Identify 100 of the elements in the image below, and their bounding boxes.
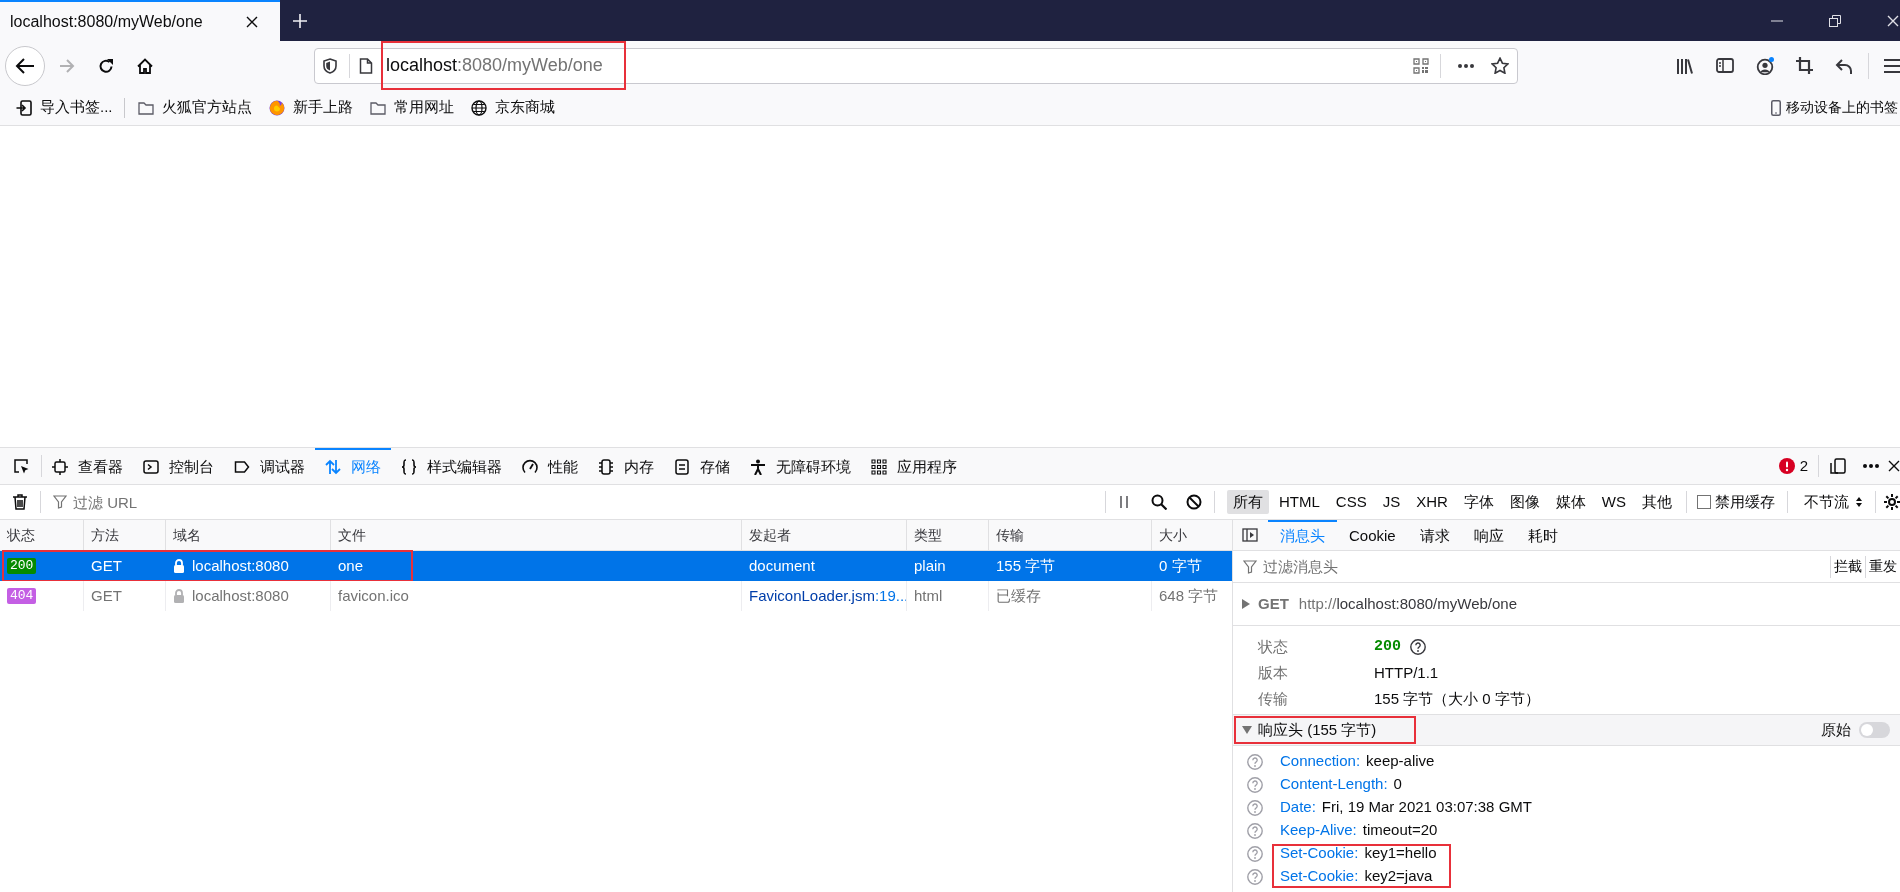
table-cell-text: 155 字节 (996, 555, 1056, 576)
devtools-tab[interactable]: 样式编辑器 (391, 448, 512, 484)
checkbox-label[interactable]: 禁用缓存 (1715, 490, 1775, 514)
undo-arrow-icon[interactable] (1835, 57, 1852, 74)
braces-icon (401, 459, 417, 475)
devtools-tab[interactable]: 应用程序 (861, 448, 967, 484)
browser-tab[interactable]: localhost:8080/myWeb/one (0, 0, 280, 41)
triangle-right-icon[interactable] (1242, 599, 1250, 609)
header-value: 0 (1393, 774, 1402, 795)
table-cell-text: document (749, 555, 815, 576)
reload-icon[interactable] (98, 57, 114, 74)
devtools-tab[interactable]: 无障碍环境 (740, 448, 861, 484)
help-icon[interactable] (1410, 639, 1426, 655)
minimize-icon[interactable] (1771, 19, 1783, 22)
column-header[interactable]: 状态 (0, 520, 83, 550)
header-value: keep-alive (1366, 751, 1435, 772)
type-filter-button[interactable]: HTML (1272, 490, 1326, 514)
qr-code-icon[interactable] (1413, 57, 1429, 74)
devtools-tab[interactable]: 查看器 (42, 448, 133, 484)
flame-logo-icon (268, 99, 285, 116)
column-header[interactable]: 文件 (330, 520, 741, 550)
toggle-switch[interactable] (1859, 722, 1890, 738)
bookmark-item[interactable]: 常用网址 (369, 96, 454, 119)
person-icon (750, 459, 766, 475)
bookmark-item[interactable]: 导入书签... (16, 96, 113, 119)
table-cell-text: one (338, 555, 364, 576)
devtools-tab[interactable]: 存储 (664, 448, 740, 484)
devtools-tab[interactable]: 内存 (588, 448, 664, 484)
crop-icon[interactable] (1796, 57, 1813, 74)
pause-icon[interactable] (1118, 495, 1129, 509)
table-cell-text: 648 字节 (1159, 585, 1219, 606)
devtools-tab[interactable]: 调试器 (224, 448, 315, 484)
status-badge: 200 (7, 558, 37, 574)
type-filter-button[interactable]: 其他 (1636, 490, 1678, 514)
bookmark-item[interactable]: 火狐官方站点 (137, 96, 252, 119)
action-button[interactable]: 重发 (1866, 556, 1900, 577)
bookmark-item[interactable]: 新手上路 (268, 96, 353, 119)
triangle-down-icon[interactable] (1242, 726, 1252, 734)
search-icon[interactable] (1150, 494, 1167, 510)
checkbox[interactable] (1697, 495, 1711, 509)
details-tab[interactable]: Cookie (1337, 520, 1408, 550)
folder-icon (369, 99, 386, 116)
tag-icon (234, 459, 250, 475)
type-filter-button[interactable]: JS (1376, 490, 1407, 514)
column-header[interactable]: 传输 (988, 520, 1151, 550)
settings-icon[interactable] (1884, 494, 1900, 510)
column-header[interactable]: 发起者 (741, 520, 906, 550)
type-filter-button[interactable]: 字体 (1457, 490, 1500, 514)
details-tab[interactable]: 请求 (1407, 520, 1462, 550)
column-header[interactable]: 类型 (906, 520, 988, 550)
table-cell-text: GET (91, 585, 122, 606)
shield-icon[interactable] (322, 57, 338, 74)
home-icon[interactable] (137, 57, 153, 74)
details-tab[interactable]: 响应 (1461, 520, 1516, 550)
dock-icon[interactable] (1830, 458, 1846, 474)
type-filter-button[interactable]: 媒体 (1549, 490, 1592, 514)
section-title[interactable]: 响应头 (155 字节) (1258, 718, 1377, 742)
close-icon[interactable] (1888, 460, 1900, 472)
panel-toggle-icon[interactable] (1242, 527, 1258, 543)
action-button[interactable]: 拦截 (1831, 556, 1865, 577)
account-icon[interactable] (1756, 56, 1774, 75)
devtools-tab[interactable]: 控制台 (133, 448, 224, 484)
request-url[interactable]: http://localhost:8080/myWeb/one (1298, 592, 1518, 616)
square-chip-icon (52, 459, 68, 475)
bookmark-item[interactable]: 京东商城 (470, 96, 555, 119)
restore-icon[interactable] (1829, 14, 1841, 27)
menu-icon[interactable] (1884, 57, 1900, 74)
type-filter-button[interactable]: 所有 (1226, 490, 1269, 514)
type-filter-button[interactable]: CSS (1329, 490, 1373, 514)
error-icon[interactable] (1778, 458, 1795, 474)
type-filter-button[interactable]: WS (1595, 490, 1632, 514)
pick-element-icon[interactable] (13, 458, 29, 474)
star-icon[interactable] (1491, 57, 1509, 74)
address-bar[interactable]: localhost:8080/myWeb/one (314, 47, 1518, 84)
bookmark-item[interactable]: 移动设备上的书签 (1771, 97, 1900, 118)
plus-icon[interactable] (293, 13, 307, 28)
throttling-dropdown[interactable]: 不节流 (1804, 490, 1863, 514)
column-header[interactable]: 方法 (83, 520, 165, 550)
devtools-tab[interactable]: 性能 (512, 448, 588, 484)
gauge-icon (522, 459, 538, 475)
terminal-icon (143, 459, 159, 475)
more-dots-icon[interactable] (1863, 464, 1879, 468)
url-filter-field[interactable]: 过滤 URL (73, 490, 1105, 514)
close-icon[interactable] (246, 15, 258, 28)
details-tab[interactable]: 耗时 (1515, 520, 1570, 550)
block-icon[interactable] (1185, 494, 1202, 510)
storage-list-icon (674, 459, 690, 475)
column-header[interactable]: 域名 (165, 520, 330, 550)
request-row[interactable]: 200 GET localhost:8080 one document plain 155 字节 0 字节 (0, 551, 1232, 581)
header-filter-field[interactable]: 过滤消息头 (1263, 554, 1830, 579)
initiator-link[interactable]: FaviconLoader.jsm:19... (749, 584, 909, 608)
sidebar-icon[interactable] (1716, 57, 1734, 74)
more-dots-icon[interactable] (1458, 63, 1474, 68)
trash-icon[interactable] (12, 494, 28, 510)
header-name: Date: (1280, 797, 1316, 818)
page-icon[interactable] (358, 57, 374, 74)
details-tab[interactable]: 消息头 (1268, 520, 1337, 550)
type-filter-button[interactable]: XHR (1410, 490, 1454, 514)
type-filter-button[interactable]: 图像 (1503, 490, 1546, 514)
library-icon[interactable] (1676, 57, 1694, 74)
